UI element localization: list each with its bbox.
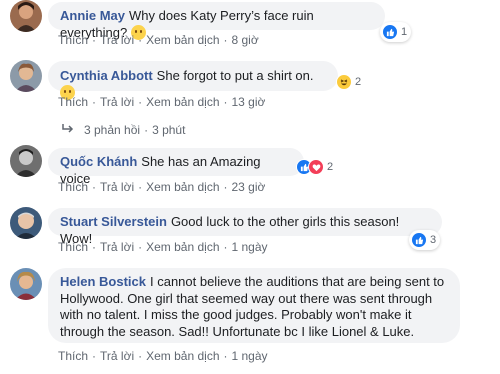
comment-author[interactable]: Stuart Silverstein — [60, 214, 167, 229]
reaction-summary[interactable]: 3 — [409, 230, 441, 250]
avatar[interactable] — [10, 60, 42, 92]
comment-bubble: Stuart Silverstein Good luck to the other… — [48, 208, 442, 246]
replies-time: 3 phút — [152, 123, 186, 137]
avatar[interactable] — [10, 0, 42, 32]
reply-link[interactable]: Trả lời — [100, 240, 134, 254]
like-link[interactable]: Thích — [58, 95, 88, 109]
reaction-count: 2 — [355, 76, 362, 88]
timestamp[interactable]: 1 ngày — [232, 349, 268, 363]
reply-link[interactable]: Trả lời — [100, 349, 134, 363]
reaction-summary[interactable]: 2 — [294, 157, 337, 177]
translate-link[interactable]: Xem bản dịch — [146, 95, 219, 109]
reply-link[interactable]: Trả lời — [100, 33, 134, 47]
replies-count[interactable]: 3 phản hồi — [84, 123, 140, 137]
comment-bubble: Cynthia Abbott She forgot to put a shirt … — [48, 61, 338, 100]
like-link[interactable]: Thích — [58, 240, 88, 254]
comment-bubble: Annie May Why does Katy Perry’s face ruin… — [48, 2, 385, 40]
comment-author[interactable]: Helen Bostick — [60, 274, 146, 289]
timestamp[interactable]: 8 giờ — [232, 33, 259, 47]
reply-link[interactable]: Trả lời — [100, 95, 134, 109]
translate-link[interactable]: Xem bản dịch — [146, 240, 219, 254]
comment-text: She forgot to put a shirt on. — [156, 68, 314, 83]
comment-author[interactable]: Quốc Khánh — [60, 154, 137, 169]
avatar[interactable] — [10, 268, 42, 300]
reaction-count: 2 — [327, 161, 334, 173]
view-replies[interactable]: 3 phản hồi · 3 phút — [62, 123, 185, 137]
comment-bubble: Quốc Khánh She has an Amazing voice — [48, 148, 304, 186]
comment-actions: Thích · Trả lời · Xem bản dịch · 23 giờ — [58, 180, 266, 194]
comment-actions: Thích · Trả lời · Xem bản dịch · 1 ngày — [58, 240, 268, 254]
comment-author[interactable]: Cynthia Abbott — [60, 68, 153, 83]
haha-reaction-icon — [336, 74, 352, 90]
avatar[interactable] — [10, 145, 42, 177]
reaction-count: 1 — [401, 26, 408, 38]
comment-actions: Thích · Trả lời · Xem bản dịch · 1 ngày — [58, 349, 268, 363]
timestamp[interactable]: 1 ngày — [232, 240, 268, 254]
like-reaction-icon — [411, 232, 427, 248]
comment-actions: Thích · Trả lời · Xem bản dịch · 13 giờ — [58, 95, 266, 109]
like-link[interactable]: Thích — [58, 33, 88, 47]
timestamp[interactable]: 23 giờ — [232, 180, 266, 194]
reaction-summary[interactable]: 2 — [334, 72, 365, 92]
reply-arrow-icon — [62, 123, 74, 137]
comment-bubble: Helen Bostick I cannot believe the auditi… — [48, 268, 460, 343]
love-reaction-icon — [308, 159, 324, 175]
timestamp[interactable]: 13 giờ — [232, 95, 266, 109]
comment-author[interactable]: Annie May — [60, 8, 125, 23]
reaction-summary[interactable]: 1 — [380, 22, 412, 42]
like-reaction-icon — [382, 24, 398, 40]
like-link[interactable]: Thích — [58, 180, 88, 194]
translate-link[interactable]: Xem bản dịch — [146, 33, 219, 47]
avatar[interactable] — [10, 207, 42, 239]
reply-link[interactable]: Trả lời — [100, 180, 134, 194]
comment-actions: Thích · Trả lời · Xem bản dịch · 8 giờ — [58, 33, 259, 47]
reaction-count: 3 — [430, 234, 437, 246]
translate-link[interactable]: Xem bản dịch — [146, 180, 219, 194]
like-link[interactable]: Thích — [58, 349, 88, 363]
translate-link[interactable]: Xem bản dịch — [146, 349, 219, 363]
